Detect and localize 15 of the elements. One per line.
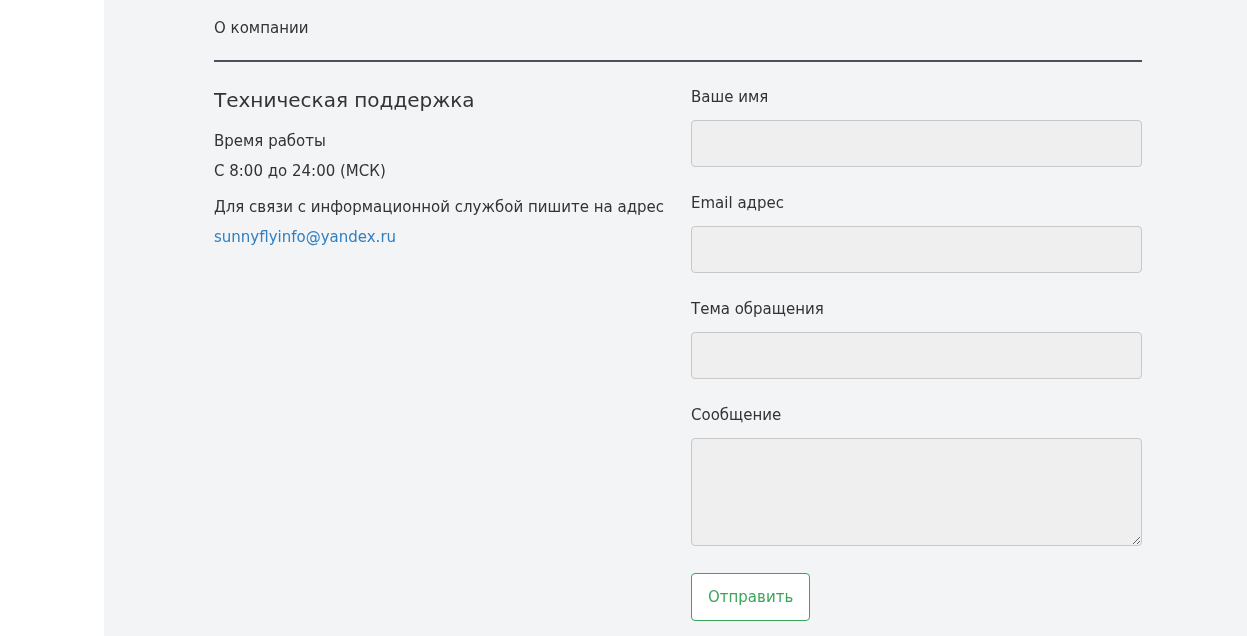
hours-label: Время работы — [214, 131, 327, 152]
nav-link[interactable]: О компании — [214, 19, 309, 37]
input-field[interactable] — [691, 120, 1142, 167]
field-label: Email адрес — [691, 194, 785, 212]
section-heading: Техническая поддержка — [214, 88, 476, 112]
input-field[interactable] — [691, 332, 1142, 379]
hours-text: С 8:00 до 24:00 (МСК) — [214, 161, 387, 182]
email-link[interactable]: sunnyflyinfo@yandex.ru — [214, 228, 397, 246]
contact-text: Для связи с информационной службой пишите на адрес sunnyflyinfo@yandex.ru — [214, 197, 665, 248]
input-field[interactable] — [691, 226, 1142, 273]
message-field[interactable] — [691, 438, 1142, 546]
field-label: Тема обращения — [691, 300, 825, 318]
field-label: Сообщение — [691, 406, 783, 424]
field-label: Ваше имя — [691, 88, 770, 106]
submit-button[interactable]: Отправить — [691, 573, 811, 621]
